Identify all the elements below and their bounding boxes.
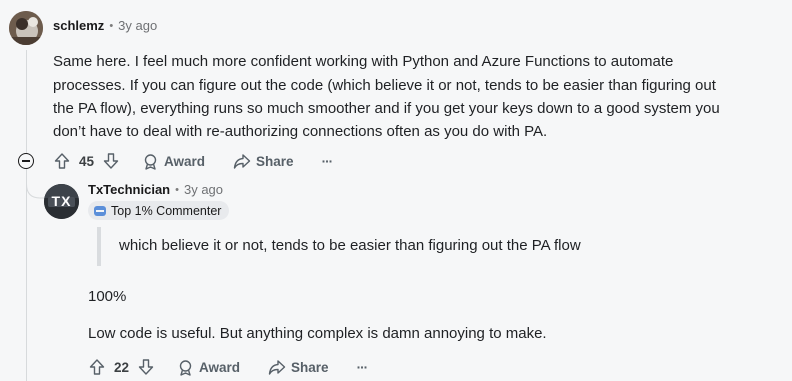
thread-line-main <box>26 50 27 153</box>
share-label: Share <box>256 153 294 169</box>
comment-meta: TxTechnician • 3y ago <box>88 182 223 197</box>
comment-meta: schlemz • 3y ago <box>53 18 157 33</box>
upvote-button[interactable] <box>53 152 71 170</box>
more-options-icon: ··· <box>321 153 333 169</box>
upvote-arrow-icon <box>54 153 70 169</box>
username[interactable]: schlemz <box>53 18 104 33</box>
meta-separator: • <box>109 19 114 32</box>
username[interactable]: TxTechnician <box>88 182 170 197</box>
upvote-arrow-icon <box>89 359 105 375</box>
share-button[interactable]: Share <box>268 359 329 376</box>
avatar[interactable]: TX <box>44 184 79 219</box>
thread-branch-curve <box>26 168 46 199</box>
vote-count: 22 <box>114 359 130 375</box>
comment-line: processes. If you can figure out the cod… <box>53 77 716 94</box>
more-options-button[interactable]: ··· <box>357 360 368 375</box>
timestamp[interactable]: 3y ago <box>184 182 223 197</box>
award-label: Award <box>164 153 206 169</box>
vote-count: 45 <box>79 153 95 169</box>
flair-icon <box>94 205 106 216</box>
share-icon <box>268 359 286 375</box>
downvote-button[interactable] <box>137 358 155 376</box>
user-flair-badge: Top 1% Commenter <box>88 201 230 220</box>
comment-line: the PA flow), everything runs so much sm… <box>53 100 720 117</box>
avatar-image <box>9 11 43 45</box>
award-icon <box>179 359 192 376</box>
comment-actions: 22 Award Share ··· <box>88 358 368 376</box>
avatar-initials: TX <box>51 193 72 209</box>
more-options-button[interactable]: ··· <box>322 154 333 169</box>
share-icon <box>233 153 251 169</box>
share-label: Share <box>291 359 329 375</box>
avatar[interactable] <box>9 11 43 45</box>
award-button[interactable]: Award <box>142 153 205 170</box>
comment-line: Same here. I feel much more confident wo… <box>53 53 674 70</box>
comment-paragraph: Low code is useful. But anything complex… <box>88 325 547 342</box>
flair-label: Top 1% Commenter <box>111 203 222 218</box>
collapse-thread-button[interactable] <box>18 153 34 169</box>
comment-paragraph: 100% <box>88 288 127 305</box>
meta-separator: • <box>175 183 179 196</box>
downvote-arrow-icon <box>103 153 119 169</box>
timestamp[interactable]: 3y ago <box>118 18 157 33</box>
downvote-arrow-icon <box>138 359 154 375</box>
blockquote-bar <box>97 227 101 266</box>
comment-line: don’t have to deal with re-authorizing c… <box>53 123 548 140</box>
upvote-button[interactable] <box>88 358 106 376</box>
comment-actions: 45 Award Share ··· <box>53 152 333 170</box>
downvote-button[interactable] <box>102 152 120 170</box>
award-icon <box>144 153 157 170</box>
award-button[interactable]: Award <box>177 359 240 376</box>
more-options-icon: ··· <box>356 359 368 375</box>
share-button[interactable]: Share <box>233 153 294 170</box>
blockquote-text: which believe it or not, tends to be eas… <box>119 237 581 254</box>
award-label: Award <box>199 359 241 375</box>
